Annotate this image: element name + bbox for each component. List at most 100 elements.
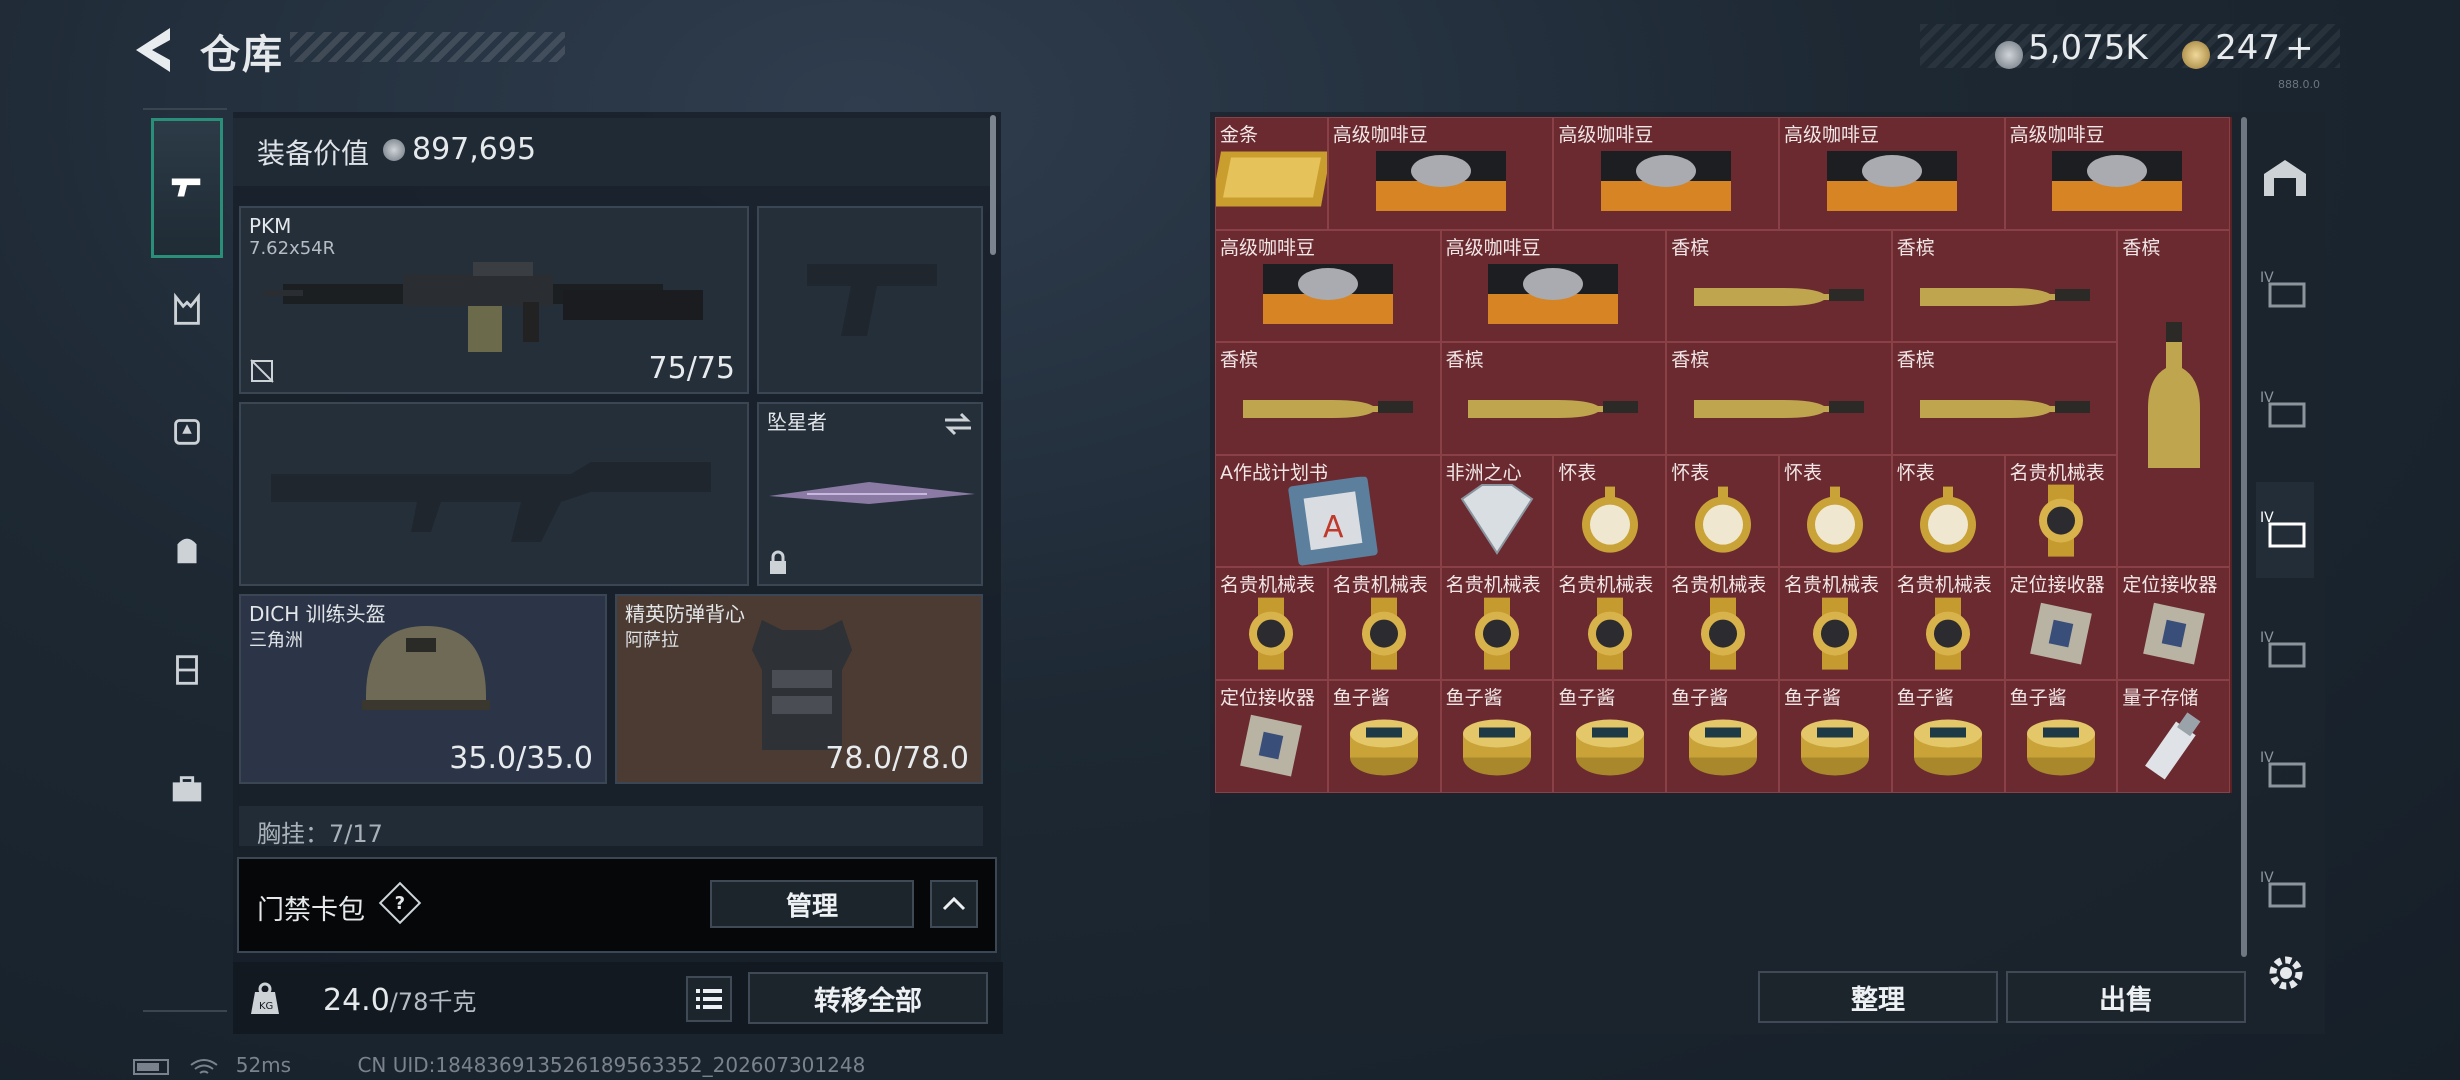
melee-slot[interactable]: 坠星者 [757,402,983,586]
item-label: 金条 [1220,124,1259,146]
inventory-item[interactable]: 鱼子酱 [1327,680,1441,793]
secondary-primary-slot[interactable] [239,402,749,586]
inventory-item[interactable]: 鱼子酱 [1779,680,1892,793]
melee-name: 坠星者 [767,410,827,434]
keycard-help-icon[interactable]: ? [378,881,422,925]
tab-weapons[interactable] [151,118,223,258]
coffee-item-icon [1826,151,1957,212]
inventory-item[interactable]: 香槟 [1666,342,1892,455]
pistol-silhouette-icon [807,264,937,336]
inventory-item[interactable]: 名贵机械表 [1666,567,1779,680]
inventory-item[interactable]: A A作战计划书 [1215,454,1441,568]
inventory-item[interactable]: 怀表 [1779,454,1892,568]
storage-tab-3[interactable]: IV [2256,482,2314,578]
inventory-item[interactable]: 定位接收器 [2004,567,2118,680]
item-label: 高级咖啡豆 [1784,124,1880,146]
secondary-weapon-slot[interactable] [757,206,983,394]
inventory-item[interactable]: 香槟 [2117,229,2231,568]
armor-name: 精英防弹背心 [625,602,745,626]
chest-rig-row[interactable]: 胸挂：7/17 [239,806,983,846]
champ-item-icon [1919,287,2090,306]
item-label: 香槟 [1896,349,1935,372]
inventory-item[interactable]: 定位接收器 [1215,680,1328,793]
inventory-item[interactable]: 名贵机械表 [2004,454,2118,568]
helmet-slot[interactable]: DICH 训练头盔 三角洲 35.0/35.0 [239,594,607,784]
chest-rig-capacity: 胸挂：7/17 [257,820,383,846]
swap-icon[interactable] [943,412,973,436]
inventory-item[interactable]: 鱼子酱 [2004,680,2118,793]
sell-button[interactable]: 出售 [2006,971,2246,1023]
item-label: 量子存储 [2122,687,2199,709]
inventory-item[interactable]: 非洲之心 [1440,454,1554,568]
inventory-item[interactable]: 香槟 [1891,229,2118,343]
equipment-value: 897,695 [412,132,537,167]
cav-item-icon [1914,719,1983,776]
storage-tab-1[interactable]: IV [2256,242,2314,338]
storage-tab-6[interactable]: IV [2256,842,2314,938]
storage-tab-main[interactable] [2256,130,2314,226]
inventory-item[interactable]: 高级咖啡豆 [2004,117,2231,230]
armor-origin: 阿萨拉 [625,630,679,651]
tab-bag[interactable] [151,480,223,620]
primary-weapon-slot[interactable]: PKM 7.62x54R 75/75 [239,206,749,394]
inventory-item[interactable]: 怀表 [1553,454,1667,568]
inventory-item[interactable]: 怀表 [1666,454,1779,568]
collapse-button[interactable] [930,880,978,928]
settings-button[interactable] [2265,952,2307,998]
currency-secondary[interactable]: 247 + [2182,28,2314,69]
no-mod-icon [250,359,274,383]
inventory-item[interactable]: 名贵机械表 [1215,567,1328,680]
inventory-item[interactable]: 怀表 [1891,454,2005,568]
tab-backpack[interactable] [151,360,223,500]
item-label: 名贵机械表 [1784,574,1880,597]
inventory-item[interactable]: 鱼子酱 [1666,680,1779,793]
watch-item-icon [1362,597,1407,670]
inventory-item[interactable]: 定位接收器 [2117,567,2231,680]
manage-button[interactable]: 管理 [710,880,914,928]
back-button[interactable] [130,22,178,78]
inventory-item[interactable]: 香槟 [1440,342,1667,455]
inventory-item[interactable]: 金条 [1215,117,1328,230]
champ-item-icon [1693,400,1864,419]
add-currency-icon[interactable]: + [2285,28,2314,68]
tab-case[interactable] [151,720,223,860]
inventory-item[interactable]: 鱼子酱 [1553,680,1667,793]
gold-coin-icon [2182,40,2210,69]
item-label: 高级咖啡豆 [1332,124,1428,146]
armor-slot[interactable]: 精英防弹背心 阿萨拉 78.0/78.0 [615,594,983,784]
inventory-item[interactable]: 香槟 [1891,342,2118,455]
inventory-item[interactable]: 高级咖啡豆 [1440,229,1667,343]
item-label: 香槟 [1445,349,1484,372]
transfer-all-button[interactable]: 转移全部 [748,972,988,1024]
item-label: A作战计划书 [1220,461,1328,484]
inventory-scrollbar[interactable] [2241,117,2247,957]
storage-tab-5[interactable]: IV [2256,722,2314,818]
inventory-item[interactable]: 名贵机械表 [1891,567,2005,680]
inventory-item[interactable]: 香槟 [1666,229,1892,343]
inventory-item[interactable]: 香槟 [1215,342,1441,455]
storage-tab-4[interactable]: IV [2256,602,2314,698]
cav-item-icon [2026,719,2095,776]
inventory-item[interactable]: 高级咖啡豆 [1327,117,1554,230]
item-label: 怀表 [1558,461,1597,484]
tab-chest-rig[interactable] [151,240,223,380]
tab-storage[interactable] [151,600,223,740]
inventory-item[interactable]: 名贵机械表 [1440,567,1554,680]
list-view-button[interactable] [686,976,732,1022]
inventory-item[interactable]: 鱼子酱 [1891,680,2005,793]
helmet-icon [362,626,490,710]
item-label: 怀表 [1784,461,1823,484]
pw-item-icon [1920,486,1977,553]
inventory-item[interactable]: 量子存储 [2117,680,2231,793]
inventory-item[interactable]: 名贵机械表 [1327,567,1441,680]
silver-coin-small-icon [383,139,405,161]
inventory-item[interactable]: 高级咖啡豆 [1779,117,2005,230]
inventory-item[interactable]: 高级咖啡豆 [1215,229,1441,343]
inventory-item[interactable]: 名贵机械表 [1779,567,1892,680]
inventory-item[interactable]: 高级咖啡豆 [1553,117,1779,230]
loadout-scrollbar[interactable] [990,115,996,255]
sort-button[interactable]: 整理 [1758,971,1998,1023]
storage-tab-2[interactable]: IV [2256,362,2314,458]
inventory-item[interactable]: 名贵机械表 [1553,567,1667,680]
inventory-item[interactable]: 鱼子酱 [1440,680,1554,793]
